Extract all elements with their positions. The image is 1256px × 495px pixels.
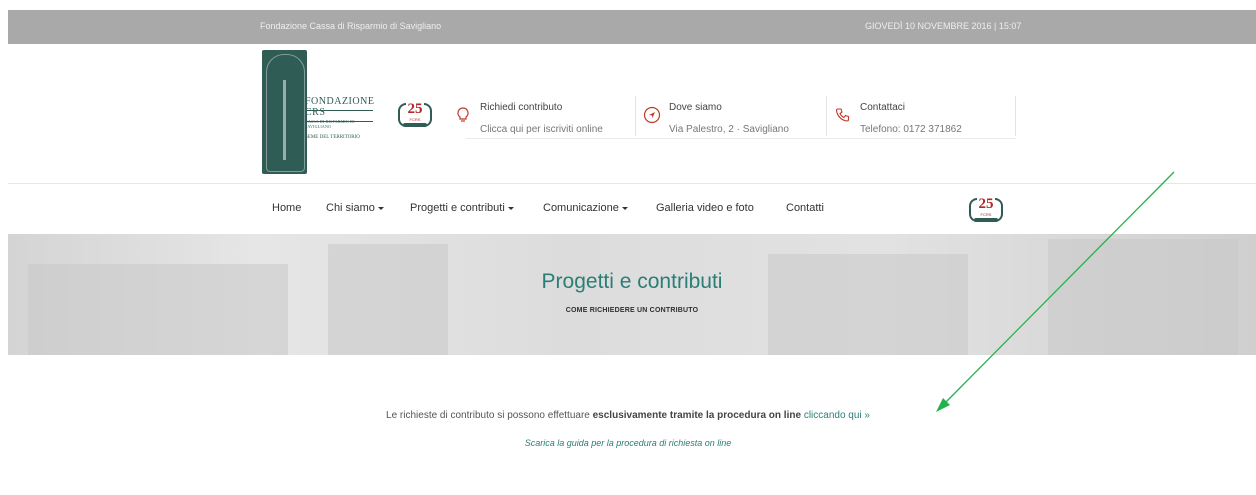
annotation-arrow-icon (936, 171, 1175, 412)
